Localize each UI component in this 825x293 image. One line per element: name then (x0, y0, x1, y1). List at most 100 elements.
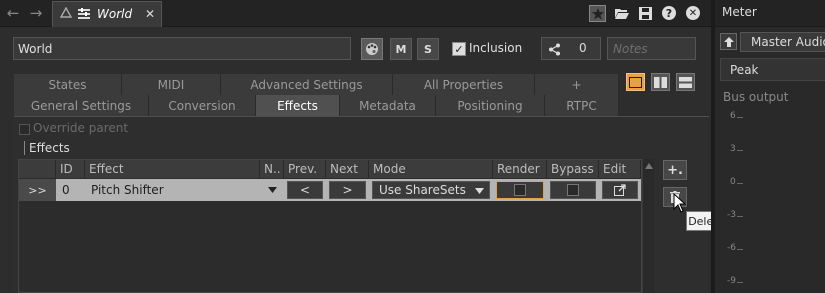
next-button[interactable]: > (329, 181, 366, 199)
col-id[interactable]: ID (56, 160, 85, 178)
tab-row-2: General Settings Conversion Effects Meta… (14, 95, 619, 116)
share-references[interactable]: 0 (541, 37, 601, 60)
tab-advanced-settings[interactable]: Advanced Settings (221, 74, 393, 95)
col-n[interactable]: N.. (260, 160, 284, 178)
table-header: ID Effect N.. Prev. Next Mode Render Byp… (19, 160, 641, 178)
bypass-checkbox[interactable] (550, 181, 596, 199)
tab-rtpc[interactable]: RTPC (545, 95, 619, 116)
name-field[interactable]: World (13, 37, 351, 60)
edit-button[interactable] (602, 181, 638, 199)
pin-button[interactable] (720, 33, 737, 50)
palette-icon (366, 43, 378, 55)
tick-3: 3 (730, 144, 736, 154)
recycle-icon (59, 7, 73, 18)
tick-line (737, 150, 743, 151)
inclusion-checkbox[interactable]: ✓ (452, 42, 466, 56)
tab-effects[interactable]: Effects (256, 95, 340, 116)
meter-mode-selector[interactable]: Peak (720, 58, 825, 81)
meter-section-title: Bus output (723, 90, 789, 104)
split-vertical-button[interactable] (651, 73, 670, 91)
col-render[interactable]: Render (493, 160, 547, 178)
tick-line (737, 183, 743, 184)
tab-row-1: States MIDI Advanced Settings All Proper… (14, 74, 619, 95)
name-value: World (18, 41, 53, 56)
single-pane-icon (629, 76, 642, 88)
section-title: Effects (29, 141, 70, 155)
star-icon[interactable] (589, 5, 606, 22)
meter-mode: Peak (730, 62, 759, 77)
tab-metadata[interactable]: Metadata (340, 95, 436, 116)
bus-name: Master Audio (751, 35, 825, 49)
render-checkbox[interactable] (496, 181, 544, 199)
tab-general-settings[interactable]: General Settings (14, 95, 149, 116)
notes-placeholder: Notes (613, 41, 648, 56)
col-next[interactable]: Next (326, 160, 369, 178)
col-bypass[interactable]: Bypass (547, 160, 599, 178)
tab-all-properties[interactable]: All Properties (393, 74, 535, 95)
color-palette-button[interactable] (361, 38, 383, 60)
split-horizontal-button[interactable] (676, 73, 695, 91)
tick-neg9: -9 (727, 276, 736, 286)
tab-positioning[interactable]: Positioning (436, 95, 545, 116)
save-icon[interactable] (639, 7, 652, 20)
inclusion-label: Inclusion (469, 41, 523, 55)
mode-dropdown[interactable]: Use ShareSets (372, 181, 490, 199)
expand-button[interactable]: >> (19, 179, 56, 201)
split-vertical-icon (654, 76, 667, 88)
col-prev[interactable]: Prev. (284, 160, 326, 178)
split-horizontal-icon (679, 76, 692, 88)
notes-field[interactable]: Notes (607, 37, 696, 60)
effect-name[interactable]: Pitch Shifter (85, 179, 260, 201)
col-expand[interactable] (19, 160, 56, 178)
mute-button[interactable]: M (390, 38, 412, 60)
tick-line (737, 282, 743, 283)
table-row[interactable]: >> 0 Pitch Shifter < > Use ShareSets (19, 179, 641, 201)
override-parent-label: Override parent (33, 121, 129, 135)
add-effect-button[interactable]: +. (663, 160, 687, 180)
section-marker (24, 141, 25, 155)
mode-cell: Use ShareSets (369, 179, 493, 201)
tick-0: 0 (730, 177, 736, 187)
help-icon[interactable]: ? (662, 6, 676, 20)
tick-line (737, 249, 743, 250)
bus-selector[interactable]: Master Audio (740, 32, 825, 52)
edit-cell (599, 179, 641, 201)
tab-states[interactable]: States (14, 74, 122, 95)
meter-scale: 6 3 0 -3 -6 -9 (715, 105, 825, 293)
pin-icon (723, 36, 734, 47)
folder-open-icon[interactable] (615, 7, 629, 19)
bypass-cell (547, 179, 599, 201)
tick-line (737, 117, 743, 118)
col-mode[interactable]: Mode (369, 160, 493, 178)
prev-button[interactable]: < (287, 181, 323, 199)
override-parent-checkbox[interactable] (19, 124, 30, 135)
close-tab-icon[interactable]: ✕ (143, 7, 157, 21)
back-arrow-icon[interactable]: ← (4, 4, 22, 22)
single-layout-button[interactable] (626, 73, 645, 91)
table-scrollbar[interactable] (642, 159, 654, 293)
effect-id: 0 (62, 183, 70, 197)
tab-add[interactable]: + (535, 74, 619, 95)
effect-dropdown[interactable] (260, 179, 284, 201)
prev-cell: < (284, 179, 326, 201)
document-tab[interactable]: World ✕ (52, 1, 162, 27)
tick-neg6: -6 (727, 243, 736, 253)
title-bar: ← → World ✕ ? ✕ (0, 0, 711, 27)
col-edit[interactable]: Edit (599, 160, 641, 178)
tab-midi[interactable]: MIDI (122, 74, 221, 95)
external-edit-icon (614, 184, 626, 196)
mode-value: Use ShareSets (379, 183, 466, 197)
tick-neg3: -3 (727, 210, 736, 220)
chevron-down-icon (267, 187, 277, 193)
col-effect[interactable]: Effect (85, 160, 260, 178)
mode-chevron-down-icon (475, 188, 484, 194)
scroll-up-icon[interactable] (645, 163, 653, 169)
mouse-cursor-icon (673, 193, 687, 213)
close-window-icon[interactable]: ✕ (686, 6, 700, 20)
share-count: 0 (579, 41, 587, 55)
tab-title: World (97, 7, 133, 21)
meter-pane: Meter Master Audio Peak Bus output 6 3 0… (711, 0, 825, 293)
solo-button[interactable]: S (417, 38, 439, 60)
forward-arrow-icon[interactable]: → (27, 4, 45, 22)
tab-conversion[interactable]: Conversion (149, 95, 256, 116)
